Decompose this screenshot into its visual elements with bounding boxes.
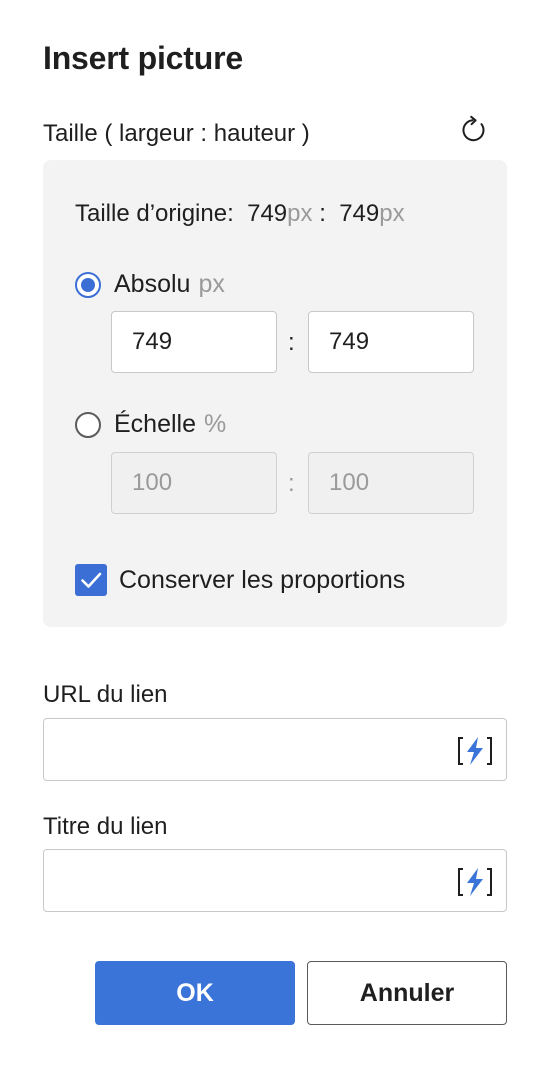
link-title-dynamic-content-button[interactable]	[456, 865, 494, 899]
original-size: Taille d’origine: 749px : 749px	[75, 200, 405, 228]
lightning-bracket-icon	[458, 868, 492, 896]
keep-ratio-checkbox[interactable]	[75, 564, 107, 596]
original-height-unit: px	[379, 200, 405, 227]
absolute-separator: :	[288, 329, 295, 356]
link-title-label: Titre du lien	[43, 813, 168, 840]
scale-label: Échelle	[114, 410, 196, 438]
scale-radio-option[interactable]: Échelle %	[75, 410, 226, 439]
dialog-title: Insert picture	[43, 40, 243, 76]
link-title-input[interactable]	[43, 849, 507, 912]
scale-radio[interactable]	[75, 411, 101, 438]
absolute-unit: px	[198, 270, 225, 298]
absolute-radio[interactable]	[75, 271, 101, 298]
scale-separator: :	[288, 470, 295, 497]
scale-height-input: 100	[308, 452, 474, 514]
reset-size-button[interactable]	[458, 114, 490, 146]
original-width-unit: px	[287, 200, 313, 227]
link-url-label: URL du lien	[43, 681, 168, 708]
scale-unit: %	[204, 410, 227, 438]
original-separator: :	[319, 200, 326, 227]
lightning-bracket-icon	[458, 737, 492, 765]
link-url-input[interactable]	[43, 718, 507, 781]
link-url-dynamic-content-button[interactable]	[456, 734, 494, 768]
absolute-width-input[interactable]: 749	[111, 311, 277, 373]
keep-ratio-label: Conserver les proportions	[119, 565, 406, 594]
absolute-height-input[interactable]: 749	[308, 311, 474, 373]
keep-ratio-option[interactable]: Conserver les proportions	[75, 564, 405, 596]
refresh-icon	[462, 115, 485, 142]
original-width: 749	[247, 200, 288, 227]
absolute-radio-option[interactable]: Absolu px	[75, 270, 225, 299]
insert-picture-dialog: Insert picture Taille ( largeur : hauteu…	[0, 0, 554, 1070]
checkmark-icon	[81, 572, 102, 588]
ok-button[interactable]: OK	[95, 961, 295, 1025]
cancel-button[interactable]: Annuler	[307, 961, 507, 1025]
original-height: 749	[339, 200, 380, 227]
original-size-label: Taille d’origine:	[75, 200, 234, 227]
scale-width-input: 100	[111, 452, 277, 514]
size-panel: Taille d’origine: 749px : 749px Absolu p…	[43, 160, 507, 627]
absolute-label: Absolu	[114, 270, 191, 298]
size-label: Taille ( largeur : hauteur )	[43, 120, 310, 147]
